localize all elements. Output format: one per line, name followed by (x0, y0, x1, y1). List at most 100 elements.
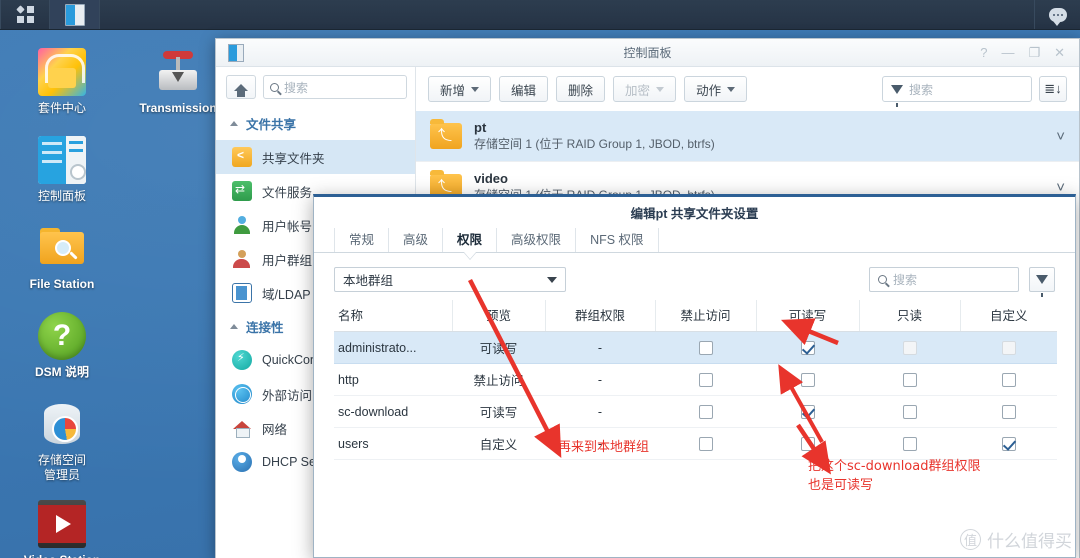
cell-read-only[interactable] (859, 427, 960, 460)
sort-descending-icon: ≣↓ (1044, 81, 1062, 96)
desktop-icon-video-station[interactable]: Video Station (10, 500, 114, 558)
chevron-down-icon (547, 276, 557, 283)
checkbox-read-only[interactable] (902, 372, 917, 387)
col-read-write[interactable]: 可读写 (756, 300, 860, 332)
cell-read-only[interactable] (859, 363, 960, 396)
tab-general[interactable]: 常规 (334, 228, 390, 252)
col-group-perm[interactable]: 群组权限 (545, 300, 656, 332)
desktop-icon-label: Video Station (10, 553, 114, 558)
cell-read-write[interactable] (756, 395, 859, 428)
sidebar-group-file-sharing[interactable]: 文件共享 (216, 107, 415, 140)
chevron-down-icon[interactable]: ˅ (1056, 128, 1065, 145)
search-icon (270, 82, 279, 92)
cell-no-access[interactable] (655, 395, 756, 428)
create-button-label: 新增 (440, 83, 466, 98)
delete-button-label: 删除 (568, 83, 594, 98)
page-title: 控制面板 (623, 46, 672, 60)
checkbox-no-access[interactable] (698, 340, 713, 355)
checkbox-read-only (902, 340, 917, 355)
watermark-text: 什么值得买 (987, 532, 1072, 551)
cell-read-write[interactable] (756, 427, 859, 460)
col-name[interactable]: 名称 (334, 300, 453, 332)
cell-read-only[interactable] (859, 395, 960, 428)
funnel-icon (891, 84, 903, 107)
permission-search-placeholder: 搜索 (893, 273, 918, 287)
taskbar-app-menu-button[interactable] (0, 0, 50, 29)
transmission-icon (154, 48, 202, 96)
desktop-icon-control-panel[interactable]: 控制面板 (10, 136, 114, 204)
checkbox-no-access[interactable] (698, 404, 713, 419)
filter-button[interactable] (1029, 267, 1055, 297)
checkbox-custom[interactable] (1001, 372, 1016, 387)
scope-dropdown[interactable]: 本地群组 (334, 267, 566, 292)
sidebar-item-label: 用户帐号 (262, 219, 313, 234)
tab-advanced[interactable]: 高级 (389, 228, 444, 252)
table-row[interactable]: sc-download 可读写 - (334, 395, 1057, 428)
folder-description: 存储空间 1 (位于 RAID Group 1, JBOD, btrfs) (474, 137, 715, 151)
taskbar-notifications-button[interactable] (1034, 0, 1080, 29)
create-button[interactable]: 新增 (428, 76, 492, 102)
desktop-icon-file-station[interactable]: File Station (10, 224, 114, 292)
tab-advanced-perms[interactable]: 高级权限 (497, 228, 577, 252)
checkbox-read-only[interactable] (902, 436, 917, 451)
sidebar-item-label: 域/LDAP (262, 287, 311, 302)
desktop-icon-package-center[interactable]: 套件中心 (10, 48, 114, 116)
encrypt-button-label: 加密 (625, 83, 651, 98)
col-read-only[interactable]: 只读 (859, 300, 961, 332)
checkbox-read-write[interactable] (800, 404, 815, 419)
checkbox-read-write[interactable] (800, 372, 815, 387)
sidebar-item-label: 外部访问 (262, 388, 313, 403)
user-group-icon (232, 249, 252, 269)
desktop-icon-dsm-help[interactable]: ? DSM 说明 (10, 312, 114, 380)
table-row[interactable]: users 自定义 - (334, 427, 1057, 460)
cell-read-write[interactable] (756, 331, 859, 364)
sidebar-search-input[interactable]: 搜索 (263, 75, 407, 99)
delete-button[interactable]: 删除 (556, 76, 606, 102)
col-preview[interactable]: 预览 (452, 300, 546, 332)
cell-no-access[interactable] (655, 427, 756, 460)
action-button[interactable]: 动作 (684, 76, 748, 102)
encrypt-button: 加密 (613, 76, 677, 102)
sidebar-group-label: 文件共享 (246, 118, 297, 132)
search-icon (878, 275, 887, 284)
checkbox-custom[interactable] (1001, 436, 1016, 451)
checkbox-custom[interactable] (1001, 404, 1016, 419)
cell-custom[interactable] (960, 395, 1057, 428)
permission-search-input[interactable]: 搜索 (869, 267, 1019, 292)
col-no-access[interactable]: 禁止访问 (655, 300, 757, 332)
checkbox-read-write[interactable] (800, 436, 815, 451)
folder-search-input[interactable]: 搜索 (882, 76, 1032, 107)
home-button[interactable] (226, 75, 256, 99)
sidebar-item-label: 共享文件夹 (262, 151, 325, 166)
permissions-table: 名称 预览 群组权限 禁止访问 可读写 只读 自定义 administrato.… (334, 300, 1057, 460)
tab-permissions[interactable]: 权限 (443, 228, 498, 252)
row-preview: 自定义 (452, 427, 545, 460)
cell-custom[interactable] (960, 363, 1057, 396)
desktop-icon-storage-manager[interactable]: 存储空间 管理员 (10, 400, 114, 483)
cell-custom[interactable] (960, 427, 1057, 460)
col-custom[interactable]: 自定义 (960, 300, 1057, 332)
tab-nfs-permissions[interactable]: NFS 权限 (576, 228, 659, 252)
sort-button[interactable]: ≣↓ (1039, 76, 1067, 102)
folder-search-placeholder: 搜索 (909, 82, 934, 97)
cell-no-access[interactable] (655, 331, 756, 364)
checkbox-read-only[interactable] (902, 404, 917, 419)
home-icon (234, 83, 248, 97)
action-button-label: 动作 (696, 83, 722, 98)
chevron-up-icon (230, 324, 238, 329)
watermark-logo: 值 (960, 529, 981, 550)
taskbar-window-control-panel[interactable] (50, 0, 100, 29)
table-row[interactable]: administrato... 可读写 - (334, 331, 1057, 364)
control-panel-icon (38, 136, 86, 184)
chat-bubble-icon (1048, 7, 1067, 26)
cell-no-access[interactable] (655, 363, 756, 396)
cell-read-write[interactable] (756, 363, 859, 396)
checkbox-no-access[interactable] (698, 436, 713, 451)
chevron-down-icon[interactable]: ˅ (1056, 179, 1065, 196)
edit-button[interactable]: 编辑 (499, 76, 549, 102)
sidebar-item-shared-folder[interactable]: 共享文件夹 (216, 140, 415, 174)
table-row[interactable]: http 禁止访问 - (334, 363, 1057, 396)
checkbox-read-write[interactable] (800, 340, 815, 355)
checkbox-no-access[interactable] (698, 372, 713, 387)
list-item[interactable]: pt 存储空间 1 (位于 RAID Group 1, JBOD, btrfs)… (416, 111, 1079, 161)
